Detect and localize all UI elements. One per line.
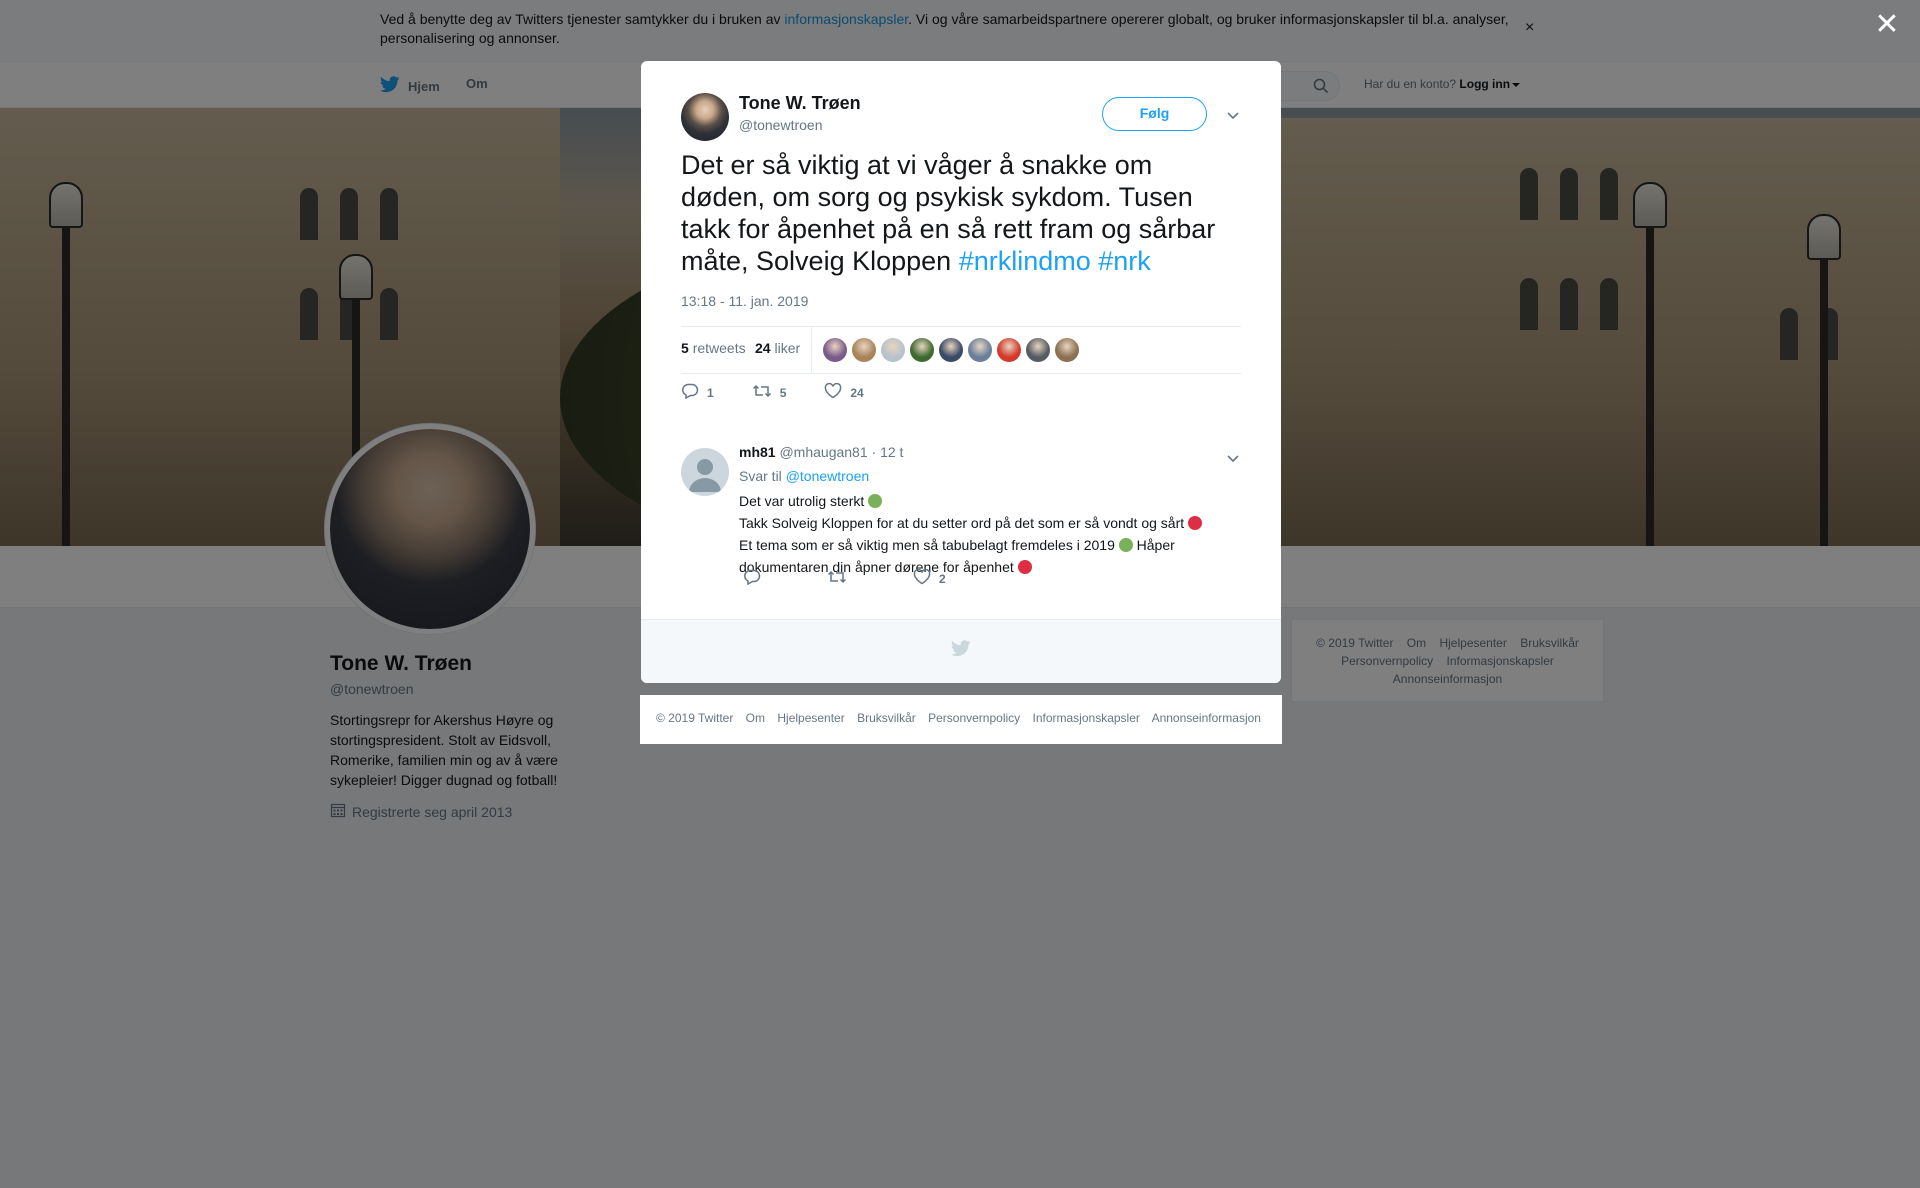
chevron-down-icon[interactable] <box>1226 107 1240 125</box>
retweet-icon <box>752 383 772 402</box>
likes-stat[interactable]: 24 liker <box>755 340 800 356</box>
tweet-author-avatar[interactable] <box>681 93 729 141</box>
tweet-timestamp[interactable]: 13:18 - 11. jan. 2019 <box>681 293 808 309</box>
footer-link-ads-info[interactable]: Annonseinformasjon <box>1152 711 1261 725</box>
reply-actions: 2 <box>743 568 1012 588</box>
like-button[interactable]: 2 <box>913 568 946 588</box>
stats-divider <box>811 327 812 373</box>
tweet-actions: 1 5 24 <box>681 382 902 402</box>
red-heart-icon <box>1188 516 1203 530</box>
retweets-label: retweets <box>692 340 746 356</box>
heart-icon <box>913 568 931 588</box>
heart-icon <box>824 382 842 402</box>
tweet-modal: Tone W. Trøen @tonewtroen Følg Det er så… <box>641 61 1281 683</box>
footer-link-help[interactable]: Hjelpesenter <box>777 711 844 725</box>
reply-author-name[interactable]: mh81 <box>739 444 776 460</box>
footer-link-privacy[interactable]: Personvernpolicy <box>928 711 1020 725</box>
reply-count: 1 <box>707 385 714 400</box>
reply-line-2: Takk Solveig Kloppen for at du setter or… <box>739 515 1185 531</box>
reply-timestamp[interactable]: · 12 t <box>872 444 904 460</box>
hashtag-link[interactable]: #nrk <box>1098 246 1151 276</box>
footer-link-cookies[interactable]: Informasjonskapsler <box>1033 711 1140 725</box>
reply-line-3: Et tema som er så viktig men så tabubela… <box>739 537 1115 553</box>
liker-avatar[interactable] <box>881 338 905 362</box>
footer-link-terms[interactable]: Bruksvilkår <box>857 711 916 725</box>
reply-author-handle[interactable]: @mhaugan81 <box>779 444 867 460</box>
cookie-banner-dim <box>0 0 1920 61</box>
like-count: 24 <box>850 385 864 400</box>
green-heart-icon <box>1118 538 1133 552</box>
tweet-text: Det er så viktig at vi våger å snakke om… <box>681 149 1241 277</box>
green-heart-icon <box>868 494 883 508</box>
modal-footer-links: © 2019 Twitter Om Hjelpesenter Bruksvilk… <box>640 695 1282 744</box>
likers-avatars <box>823 338 1079 362</box>
liker-avatar[interactable] <box>910 338 934 362</box>
footer-copyright: © 2019 Twitter <box>656 711 734 725</box>
modal-footer <box>641 619 1281 683</box>
tweet-author-name[interactable]: Tone W. Trøen <box>739 93 861 114</box>
reply-header: mh81 @mhaugan81 · 12 t <box>739 444 903 460</box>
tweet-stats: 5 retweets 24 liker <box>681 326 1241 374</box>
liker-avatar[interactable] <box>852 338 876 362</box>
hashtag-link[interactable]: #nrklindmo <box>959 246 1091 276</box>
retweets-count: 5 <box>681 340 689 356</box>
reply-to-link[interactable]: @tonewtroen <box>786 468 869 484</box>
retweet-button[interactable] <box>827 569 847 588</box>
liker-avatar[interactable] <box>939 338 963 362</box>
liker-avatar[interactable] <box>968 338 992 362</box>
twitter-bird-icon <box>950 640 971 662</box>
reply-author-avatar[interactable] <box>681 448 729 496</box>
liker-avatar[interactable] <box>823 338 847 362</box>
reply-text: Det var utrolig sterkt Takk Solveig Klop… <box>739 490 1219 578</box>
tweet-author-handle[interactable]: @tonewtroen <box>739 117 822 133</box>
retweet-count: 5 <box>779 385 787 400</box>
reply-like-count: 2 <box>939 571 946 586</box>
reply-line-1: Det var utrolig sterkt <box>739 493 865 509</box>
likes-count: 24 <box>755 340 771 356</box>
liker-avatar[interactable] <box>1055 338 1079 362</box>
liker-avatar[interactable] <box>1026 338 1050 362</box>
reply-button[interactable] <box>743 569 761 588</box>
retweet-icon <box>827 569 847 588</box>
footer-link-about[interactable]: Om <box>746 711 765 725</box>
retweet-button[interactable]: 5 <box>752 383 787 402</box>
cookie-banner: Ved å benytte deg av Twitters tjenester … <box>0 0 1920 61</box>
red-heart-icon <box>1017 560 1032 574</box>
chevron-down-icon[interactable] <box>1226 450 1240 468</box>
likes-label: liker <box>774 340 801 356</box>
reply-button[interactable]: 1 <box>681 383 714 402</box>
follow-button[interactable]: Følg <box>1102 97 1207 131</box>
liker-avatar[interactable] <box>997 338 1021 362</box>
reply-to-label: Svar til <box>739 468 782 484</box>
like-button[interactable]: 24 <box>824 382 864 402</box>
retweets-stat[interactable]: 5 retweets <box>681 340 746 356</box>
reply-icon <box>681 383 699 402</box>
reply-icon <box>743 569 761 588</box>
profile-page: Hjem Om Har du en konto? Logg inn <box>0 0 1920 1188</box>
reply-to: Svar til @tonewtroen <box>739 468 869 484</box>
close-modal-button[interactable]: ✕ <box>1873 10 1901 40</box>
